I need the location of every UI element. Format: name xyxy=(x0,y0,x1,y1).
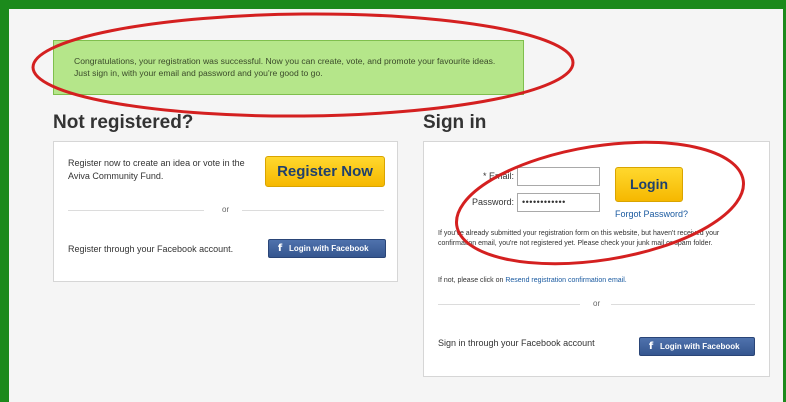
register-divider-left xyxy=(68,210,204,211)
signin-or-text: or xyxy=(593,299,601,308)
signin-divider-left xyxy=(438,304,580,305)
green-frame-left xyxy=(0,0,9,402)
signin-facebook-button[interactable]: f Login with Facebook xyxy=(639,337,755,356)
register-intro-text: Register now to create an idea or vote i… xyxy=(68,158,245,181)
email-field[interactable] xyxy=(517,167,600,186)
login-button[interactable]: Login xyxy=(615,167,683,202)
register-facebook-button[interactable]: f Login with Facebook xyxy=(268,239,386,258)
facebook-icon: f xyxy=(648,341,654,352)
signin-divider-right xyxy=(611,304,755,305)
resend-confirmation-link[interactable]: Resend registration confirmation email. xyxy=(505,277,626,284)
password-label: Password: xyxy=(471,197,514,207)
success-banner: Congratulations, your registration was s… xyxy=(53,40,524,95)
sign-in-heading: Sign in xyxy=(423,112,487,133)
signin-facebook-button-label: Login with Facebook xyxy=(660,342,740,351)
confirmation-notice: If you've already submitted your registr… xyxy=(438,230,720,247)
register-or-text: or xyxy=(222,205,230,214)
register-divider-right xyxy=(242,210,384,211)
not-registered-heading: Not registered? xyxy=(53,112,194,133)
facebook-icon: f xyxy=(277,243,283,254)
register-facebook-text: Register through your Facebook account. xyxy=(68,244,234,254)
resend-prefix: If not, please click on xyxy=(438,277,504,284)
password-field[interactable]: •••••••••••• xyxy=(517,193,600,212)
register-now-button[interactable]: Register Now xyxy=(265,156,385,187)
signin-facebook-text: Sign in through your Facebook account xyxy=(438,338,595,348)
green-frame-top xyxy=(0,0,786,9)
forgot-password-link[interactable]: Forgot Password? xyxy=(615,208,688,221)
email-label: * Email: xyxy=(482,171,514,181)
register-facebook-button-label: Login with Facebook xyxy=(289,244,369,253)
resend-line: If not, please click on Resend registrat… xyxy=(438,276,758,286)
success-message: Congratulations, your registration was s… xyxy=(74,56,496,78)
